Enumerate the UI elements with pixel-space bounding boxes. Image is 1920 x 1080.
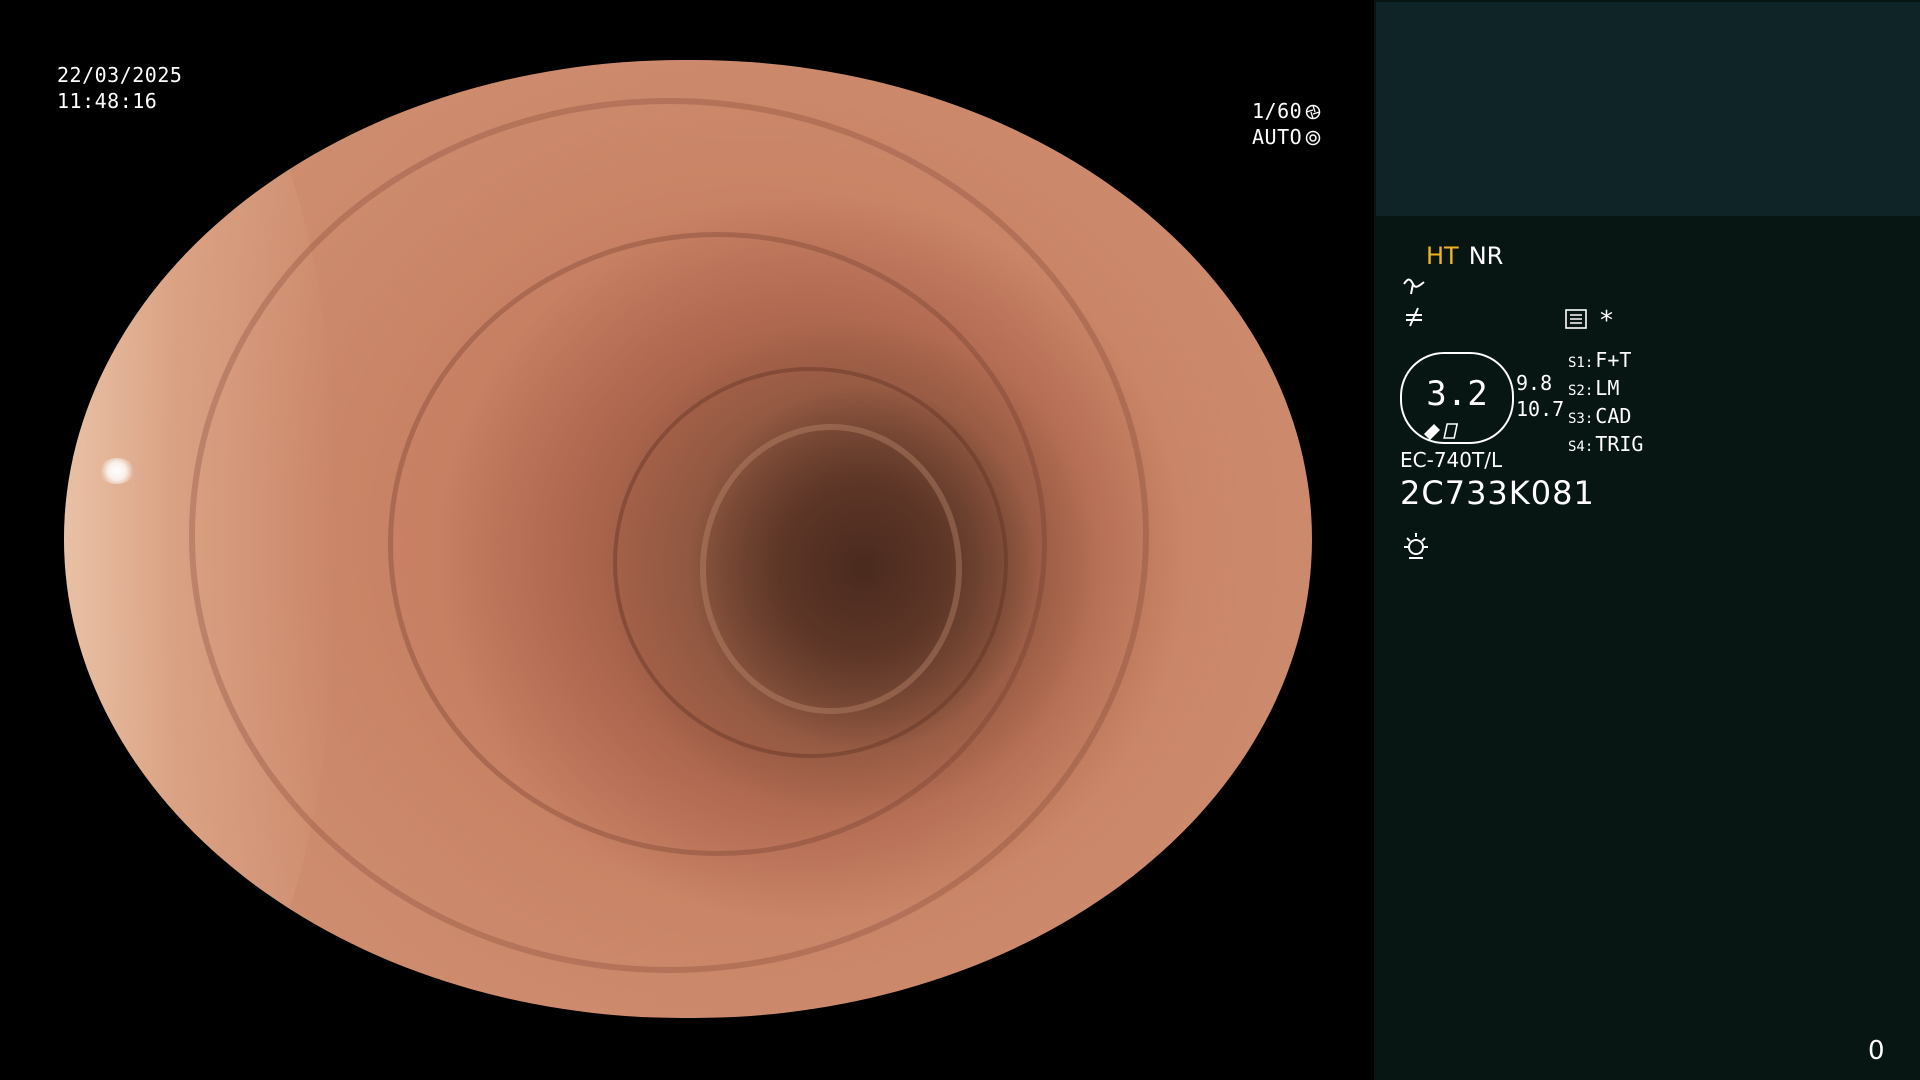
exposure-readout: 1/60 AUTO	[1252, 98, 1321, 150]
endoscopic-image	[64, 60, 1312, 1018]
shutter-icon	[1305, 104, 1321, 120]
wave-icon	[1403, 278, 1425, 295]
exposure-mode-text: AUTO	[1252, 125, 1303, 149]
mode-ht-label: HT	[1426, 242, 1459, 270]
gauge-value-2: 10.7	[1516, 397, 1565, 421]
lumen-ring	[700, 424, 963, 714]
switch-setting-row: S1: F+T	[1568, 348, 1632, 372]
specular-highlight	[98, 457, 135, 484]
zoom-gauge: 3.2	[1400, 352, 1514, 444]
status-panel: HT NR * 3.2 9.8 10.7 S1: F+T S2: LM S3: …	[1374, 0, 1920, 1080]
shutter-speed-text: 1/60	[1252, 99, 1303, 123]
thumbnail-area	[1376, 2, 1920, 216]
scope-serial-number: 2C733K081	[1400, 474, 1595, 512]
switch-settings-list: S1: F+T S2: LM S3: CAD S4: TRIG	[1568, 348, 1643, 460]
video-area: 22/03/2025 11:48:16 1/60 AUTO	[0, 0, 1374, 1080]
mode-nr-label: NR	[1468, 242, 1504, 270]
time-text: 11:48:16	[57, 89, 158, 113]
zoom-value: 3.2	[1426, 374, 1488, 414]
scope-model: EC-740T/L	[1400, 448, 1503, 472]
settings-list-icon	[1565, 309, 1587, 329]
date-time-readout: 22/03/2025 11:48:16	[57, 62, 182, 114]
date-text: 22/03/2025	[57, 63, 183, 87]
image-mode-row: HT NR	[1426, 242, 1503, 270]
asterisk-indicator: *	[1600, 306, 1613, 336]
not-equal-icon	[1406, 307, 1422, 327]
gauge-marker-icon	[1424, 423, 1459, 440]
switch-setting-row: S4: TRIG	[1568, 432, 1644, 456]
gauge-values: 9.8 10.7	[1516, 370, 1564, 422]
iris-icon	[1305, 130, 1321, 146]
endoscopy-screen: 22/03/2025 11:48:16 1/60 AUTO HT NR * 3.…	[0, 0, 1920, 1080]
switch-setting-row: S2: LM	[1568, 376, 1620, 400]
image-counter: 0	[1868, 1036, 1885, 1066]
gauge-value-1: 9.8	[1516, 371, 1553, 395]
switch-setting-row: S3: CAD	[1568, 404, 1632, 428]
light-source-icon	[1404, 533, 1428, 559]
